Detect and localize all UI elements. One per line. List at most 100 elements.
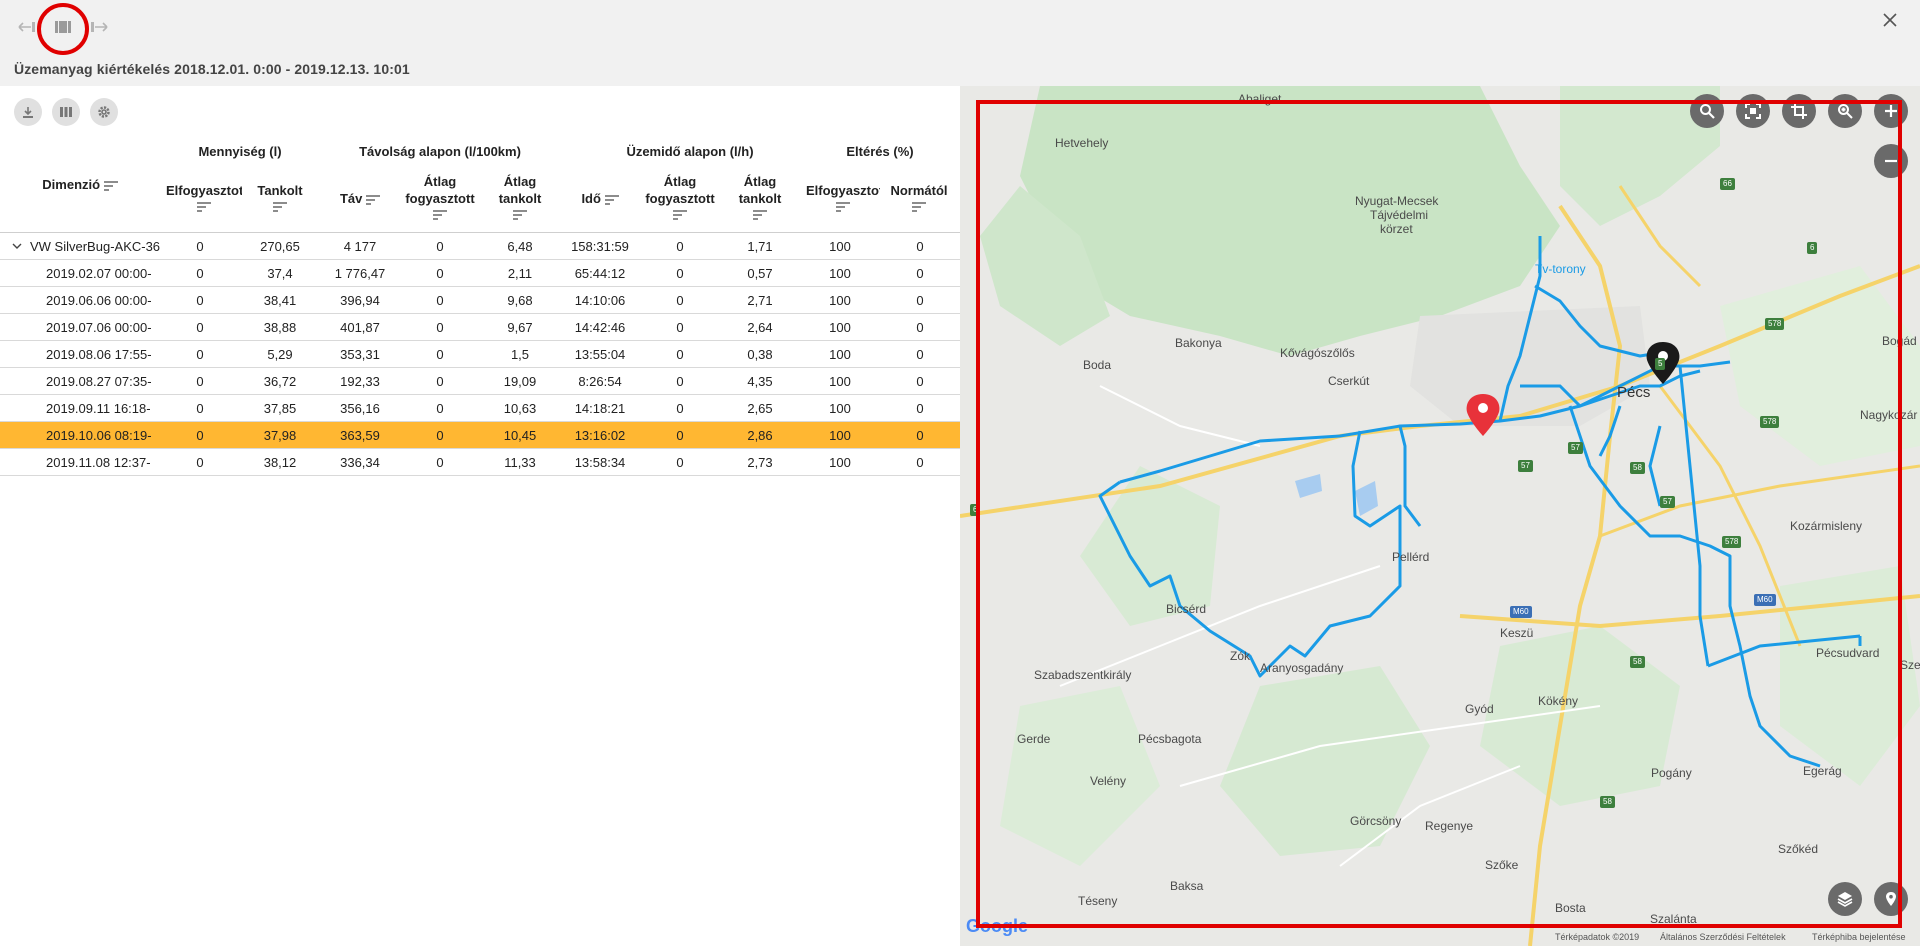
chevron-down-icon[interactable]: [12, 242, 22, 250]
place-label: Kökény: [1538, 694, 1579, 708]
value-cell: 13:58:34: [574, 455, 626, 470]
road-number-badge: 58: [1630, 656, 1645, 668]
dimension-cell: 2019.08.27 07:35-: [46, 374, 152, 389]
col-header-u-atlag-fogy[interactable]: Átlag fogyasztott: [640, 173, 720, 224]
arrow-right-icon: [91, 22, 108, 32]
place-label: Pécsudvard: [1816, 646, 1880, 660]
col-header-m-elfogy[interactable]: Elfogyasztott: [166, 182, 242, 216]
place-label: körzet: [1380, 222, 1413, 236]
value-cell: 1,5: [510, 347, 530, 362]
sort-icon[interactable]: [673, 210, 687, 220]
sort-icon[interactable]: [433, 210, 447, 220]
value-cell: 0: [676, 347, 684, 362]
map-layers-button[interactable]: [1828, 882, 1862, 916]
sort-icon[interactable]: [273, 202, 287, 212]
road-number-badge: 578: [1765, 318, 1785, 330]
col-header-dimenzio[interactable]: Dimenzió: [30, 176, 130, 193]
col-header-m-tankolt[interactable]: Tankolt: [250, 182, 310, 216]
value-cell: 0: [196, 401, 204, 416]
sort-icon[interactable]: [366, 194, 381, 205]
table-row[interactable]: 2019.08.27 07:35- 0 36,72 192,33 0 19,09 8:26:…: [0, 368, 960, 395]
table-toolbar: [14, 98, 118, 126]
report-panel: Mennyiség (l) Távolság alapon (l/100km) …: [0, 86, 960, 946]
columns-button[interactable]: [52, 98, 80, 126]
place-label: Pellérd: [1392, 550, 1430, 564]
value-cell: 37,98: [263, 428, 297, 443]
settings-button[interactable]: [90, 98, 118, 126]
sort-icon[interactable]: [912, 202, 926, 212]
sort-icon[interactable]: [513, 210, 527, 220]
value-cell: 0: [676, 374, 684, 389]
group-header-mennyiseg: Mennyiség (l): [198, 144, 282, 159]
value-cell: 0: [916, 266, 924, 281]
map-zoom-in-button[interactable]: [1874, 94, 1908, 128]
value-cell: 0: [676, 293, 684, 308]
download-button[interactable]: [14, 98, 42, 126]
value-cell: 14:10:06: [574, 293, 626, 308]
place-label: Pogány: [1651, 766, 1692, 780]
place-label: Görcsöny: [1350, 814, 1402, 828]
value-cell: 19,09: [503, 374, 537, 389]
map-report-link[interactable]: Térképhiba bejelentése: [1812, 932, 1906, 942]
col-label-e-normatol: Normától: [890, 183, 948, 198]
value-cell: 4 177: [343, 239, 377, 254]
columns-icon: [60, 107, 72, 117]
road-number-badge: 5: [1655, 358, 1666, 370]
sort-icon[interactable]: [103, 180, 118, 191]
sort-icon[interactable]: [197, 202, 211, 212]
col-header-t-atlag-fogy[interactable]: Átlag fogyasztott: [400, 173, 480, 224]
value-cell: 0: [196, 293, 204, 308]
table-row[interactable]: 2019.07.06 00:00- 0 38,88 401,87 0 9,67 14:42:…: [0, 314, 960, 341]
table-row[interactable]: 2019.06.06 00:00- 0 38,41 396,94 0 9,68 14:10:…: [0, 287, 960, 314]
col-header-e-normatol[interactable]: Normától: [886, 182, 952, 216]
sort-icon[interactable]: [753, 210, 767, 220]
sort-icon[interactable]: [604, 194, 619, 205]
road-number-badge: 57: [1518, 460, 1533, 472]
value-cell: 0: [436, 347, 444, 362]
arrow-left-icon: [18, 22, 35, 32]
col-header-u-atlag-tank[interactable]: Átlag tankolt: [730, 173, 790, 224]
place-label: Tv-torony: [1535, 262, 1586, 276]
zoom-out-icon: [1885, 159, 1897, 163]
table-row[interactable]: 2019.09.11 16:18- 0 37,85 356,16 0 10,63 14:18…: [0, 395, 960, 422]
map-terms-link[interactable]: Általános Szerződési Feltételek: [1660, 932, 1786, 942]
table-row[interactable]: 2019.02.07 00:00- 0 37,4 1 776,47 0 2,11 65:44…: [0, 260, 960, 287]
table-row[interactable]: 2019.10.06 08:19- 0 37,98 363,59 0 10,45 13:16…: [0, 422, 960, 449]
close-button[interactable]: [1878, 8, 1902, 32]
table-row[interactable]: 2019.08.06 17:55- 0 5,29 353,31 0 1,5 13:55:04…: [0, 341, 960, 368]
value-cell: 0: [196, 455, 204, 470]
value-cell: 356,16: [340, 401, 380, 416]
value-cell: 0: [436, 428, 444, 443]
map-search-button[interactable]: [1690, 94, 1724, 128]
value-cell: 37,4: [267, 266, 293, 281]
nav-next-button[interactable]: [86, 14, 112, 40]
dimension-cell: 2019.09.11 16:18-: [46, 401, 151, 416]
map-zoom-area-button[interactable]: [1828, 94, 1862, 128]
place-label: Bogád: [1882, 334, 1917, 348]
table-group-row[interactable]: VW SilverBug-AKC-369 0 270,65 4 177 0 6,48 158…: [0, 233, 960, 260]
place-label: Velény: [1090, 774, 1127, 788]
map-fullscreen-button[interactable]: [1736, 94, 1770, 128]
sort-icon[interactable]: [836, 202, 850, 212]
value-cell: 100: [829, 455, 851, 470]
zoom-in-icon: [1885, 105, 1897, 117]
road-number-badge: M60: [1754, 594, 1776, 606]
value-cell: 8:26:54: [578, 374, 622, 389]
table-row[interactable]: 2019.11.08 12:37- 0 38,12 336,34 0 11,33 13:58…: [0, 449, 960, 476]
col-header-u-ido[interactable]: Idő: [570, 190, 630, 207]
value-cell: 100: [829, 293, 851, 308]
map-panel[interactable]: Abaliget Hetvehely Nyugat-Mecsek Tájvéde…: [960, 86, 1920, 946]
col-header-t-tav[interactable]: Táv: [330, 190, 390, 207]
col-header-e-elfogy[interactable]: Elfogyasztott: [806, 182, 880, 216]
col-header-t-atlag-tank[interactable]: Átlag tankolt: [490, 173, 550, 224]
map-zoom-out-button[interactable]: [1874, 144, 1908, 178]
value-cell: 6,48: [507, 239, 533, 254]
place-label: Regenye: [1425, 819, 1474, 833]
map-canvas[interactable]: [960, 86, 1920, 946]
map-crop-button[interactable]: [1782, 94, 1816, 128]
road-number-badge: 58: [1600, 796, 1615, 808]
value-cell: 0: [916, 347, 924, 362]
map-location-button[interactable]: [1874, 882, 1908, 916]
value-cell: 36,72: [263, 374, 297, 389]
col-label-t-tav: Táv: [339, 191, 363, 206]
